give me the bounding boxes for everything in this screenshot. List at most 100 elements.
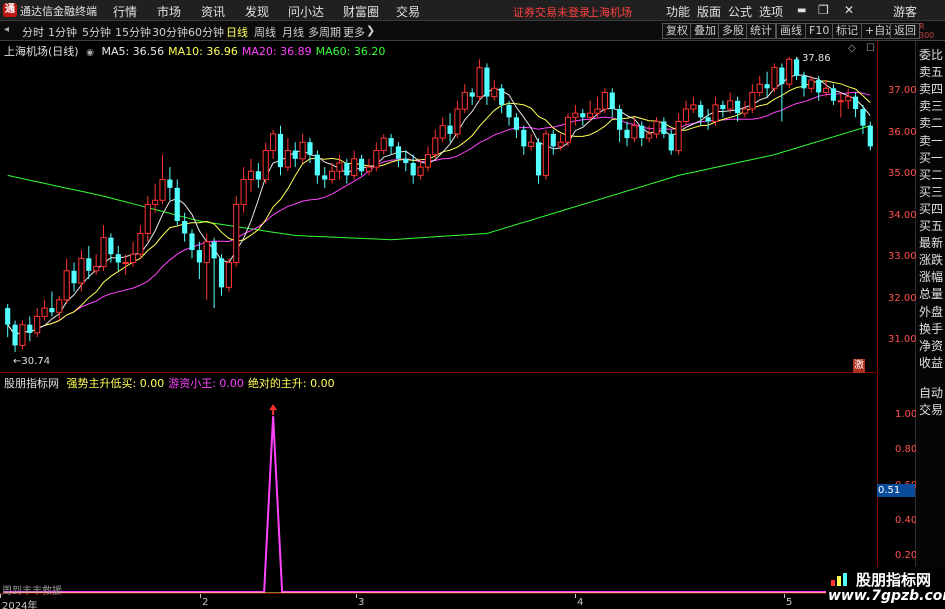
- candle-body: [735, 100, 741, 114]
- time-tick-mark: [575, 594, 576, 598]
- period-tab-6[interactable]: 日线: [226, 24, 248, 40]
- candle-body: [587, 112, 594, 118]
- quote-label: 涨跌: [919, 253, 944, 268]
- quote-panel-button[interactable]: 交易: [919, 403, 943, 417]
- minimize-icon[interactable]: ▬: [797, 5, 806, 16]
- candle-body: [344, 162, 350, 176]
- price-tick-label: 34.00: [888, 209, 917, 221]
- ma20-line: [7, 91, 871, 336]
- quote-label: 买三: [919, 184, 944, 199]
- period-tab-0[interactable]: 分时: [22, 24, 44, 40]
- indicator-legend: 股朋指标网 强势主升低买: 0.00 游资小王: 0.00 绝对的主升: 0.00: [4, 375, 335, 391]
- chart-title[interactable]: 上海机场(日线): [4, 45, 79, 58]
- restore-icon[interactable]: ❐: [818, 3, 829, 17]
- candle-body: [720, 104, 726, 110]
- diamond-icon[interactable]: ◇: [848, 43, 856, 54]
- maximize-pane-icon[interactable]: ☐: [866, 43, 875, 54]
- candle-body: [233, 203, 240, 263]
- candle-body: [491, 87, 498, 98]
- candle-body: [454, 108, 461, 135]
- candle-body: [845, 96, 852, 102]
- menu-item-ask[interactable]: 问小达: [288, 3, 324, 20]
- tool-button-4[interactable]: 画线: [776, 23, 806, 39]
- quote-label: 买五: [919, 219, 944, 233]
- app-logo-icon: 通: [3, 3, 17, 17]
- candle-body: [439, 125, 446, 139]
- menu-item-wealth[interactable]: 财富圈: [343, 3, 379, 20]
- period-tab-4[interactable]: 30分钟: [152, 24, 188, 40]
- period-tab-5[interactable]: 60分钟: [188, 24, 224, 40]
- candle-body: [129, 253, 137, 263]
- candle-body: [247, 170, 255, 181]
- app-title: 通达信金融终端: [20, 5, 97, 18]
- candle-body: [771, 67, 778, 89]
- candle-body: [499, 88, 505, 105]
- quote-label: 卖三: [919, 99, 944, 114]
- trade-login-notice[interactable]: 证券交易未登录: [513, 4, 590, 20]
- period-tab-2[interactable]: 5分钟: [82, 24, 111, 40]
- tool-button-8[interactable]: 返回: [890, 23, 920, 39]
- period-tab-10[interactable]: 更多: [343, 24, 365, 40]
- indicator-tick-label: 1.00: [895, 409, 918, 421]
- tool-button-5[interactable]: F10: [805, 23, 834, 39]
- period-tab-3[interactable]: 15分钟: [115, 24, 151, 40]
- candle-body: [580, 113, 586, 118]
- quote-label: 净资: [919, 338, 944, 353]
- pane-divider[interactable]: [0, 372, 877, 373]
- candle-body: [329, 170, 336, 181]
- legend-dropdown-icon[interactable]: ◉: [86, 48, 94, 58]
- tool-button-2[interactable]: 多股: [718, 23, 748, 39]
- indicator-legend-item: 游资小王: 0.00: [168, 377, 244, 390]
- mark-badge[interactable]: 激: [853, 359, 865, 373]
- tool-button-0[interactable]: 复权: [662, 23, 692, 39]
- tool-button-3[interactable]: 统计: [746, 23, 776, 39]
- high-annotation: - 37.86: [795, 53, 830, 64]
- candle-body: [639, 125, 645, 139]
- time-tick-label: 5: [786, 597, 793, 608]
- candle-body: [167, 179, 173, 188]
- price-tick-label: 32.00: [888, 292, 917, 304]
- period-tab-9[interactable]: 多周期: [308, 24, 341, 40]
- tool-button-6[interactable]: 标记: [832, 23, 862, 39]
- candle-body: [137, 232, 144, 255]
- candle-body: [307, 142, 313, 155]
- candle-body: [682, 108, 690, 122]
- candle-body: [646, 133, 653, 139]
- menu-item-function[interactable]: 功能: [666, 3, 690, 20]
- candle-body: [410, 162, 416, 176]
- price-chart[interactable]: - 37.86 ←30.74: [0, 41, 877, 593]
- tool-button-1[interactable]: 叠加: [690, 23, 720, 39]
- menu-item-options[interactable]: 选项: [759, 3, 783, 20]
- indicator-title[interactable]: 股朋指标网: [4, 377, 59, 390]
- quote-panel-button[interactable]: 自动: [919, 386, 943, 400]
- candle-body: [779, 67, 785, 85]
- period-tab-7[interactable]: 周线: [254, 24, 276, 40]
- menu-item-layout[interactable]: 版面: [697, 3, 721, 20]
- close-icon[interactable]: ✕: [844, 3, 854, 17]
- time-axis[interactable]: [0, 593, 877, 609]
- candle-body: [284, 150, 291, 168]
- menu-item-formula[interactable]: 公式: [728, 3, 752, 20]
- candle-body: [351, 158, 358, 176]
- candle-body: [830, 88, 837, 101]
- menu-item-discover[interactable]: 发现: [245, 3, 269, 20]
- quote-label: 卖一: [919, 133, 944, 148]
- period-tab-1[interactable]: 1分钟: [48, 24, 77, 40]
- candle-body: [78, 257, 85, 284]
- more-chevron-icon[interactable]: ❯: [366, 24, 375, 37]
- menu-item-news[interactable]: 资讯: [201, 3, 225, 20]
- period-tab-8[interactable]: 月线: [282, 24, 304, 40]
- candle-body: [211, 241, 217, 259]
- quote-label: 卖四: [919, 82, 944, 97]
- ma-legend-item: MA5: 36.56: [101, 45, 165, 58]
- candle-body: [115, 254, 121, 263]
- scroll-left-icon[interactable]: ◂: [4, 24, 9, 35]
- indicator-tick-label: 0.20: [895, 549, 918, 561]
- menu-item-trade[interactable]: 交易: [396, 3, 420, 20]
- bottom-note: 周到丰丰救援: [2, 586, 62, 597]
- quote-label: 涨幅: [919, 270, 944, 285]
- menu-item-market[interactable]: 市场: [157, 3, 181, 20]
- menu-item-quotes[interactable]: 行情: [113, 3, 137, 20]
- candle-body: [12, 324, 18, 346]
- guest-user-button[interactable]: 游客: [893, 3, 917, 20]
